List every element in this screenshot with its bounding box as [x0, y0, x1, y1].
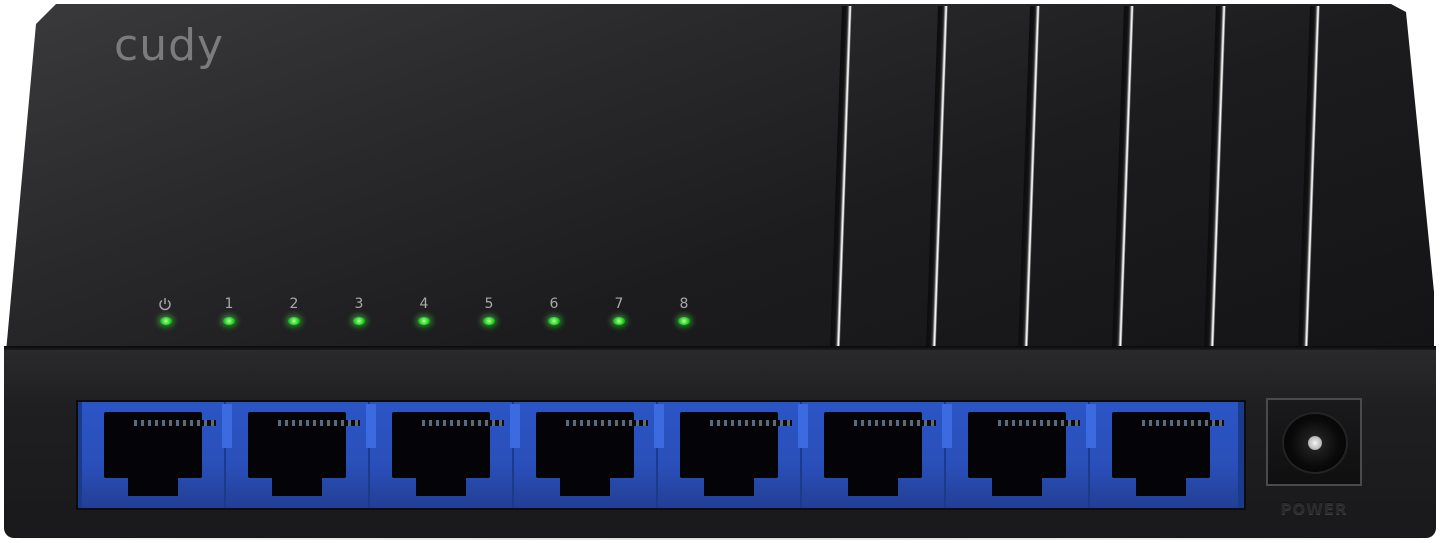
port-socket [824, 412, 936, 478]
ethernet-port[interactable] [654, 402, 800, 508]
ethernet-port-bank [76, 400, 1246, 510]
led-light [613, 317, 625, 325]
led-label: 2 [289, 296, 299, 312]
port-socket [248, 412, 360, 478]
power-jack[interactable] [1266, 398, 1362, 486]
port-led-3: 3 [344, 296, 374, 336]
led-light [353, 317, 365, 325]
led-label: 1 [224, 296, 234, 312]
led-label: 4 [419, 296, 429, 312]
ethernet-port[interactable] [510, 402, 656, 508]
port-latch-slot [416, 478, 466, 496]
port-socket [968, 412, 1080, 478]
port-latch-slot [1136, 478, 1186, 496]
port-led-6: 6 [539, 296, 569, 336]
port-socket [536, 412, 648, 478]
port-latch-slot [560, 478, 610, 496]
led-light [223, 317, 235, 325]
port-led-5: 5 [474, 296, 504, 336]
brand-logo: cudy [114, 20, 225, 71]
port-latch-slot [704, 478, 754, 496]
port-latch-slot [848, 478, 898, 496]
port-led-7: 7 [604, 296, 634, 336]
ethernet-port[interactable] [222, 402, 368, 508]
led-label: 6 [549, 296, 559, 312]
power-icon [159, 298, 171, 311]
led-label: 5 [484, 296, 494, 312]
ethernet-port[interactable] [798, 402, 944, 508]
ethernet-port[interactable] [942, 402, 1088, 508]
port-socket [104, 412, 216, 478]
led-label: 3 [354, 296, 364, 312]
port-latch-slot [272, 478, 322, 496]
port-socket [392, 412, 504, 478]
port-socket [680, 412, 792, 478]
port-led-2: 2 [279, 296, 309, 336]
power-led-light [160, 317, 172, 325]
power-led [151, 296, 181, 336]
led-light [483, 317, 495, 325]
port-led-1: 1 [214, 296, 244, 336]
led-light [418, 317, 430, 325]
port-led-4: 4 [409, 296, 439, 336]
port-led-8: 8 [669, 296, 699, 336]
port-latch-slot [128, 478, 178, 496]
port-socket [1112, 412, 1224, 478]
led-indicator-row: 1 2 3 4 5 6 7 8 [0, 296, 1440, 336]
ethernet-port[interactable] [366, 402, 512, 508]
port-latch-slot [992, 478, 1042, 496]
led-light [548, 317, 560, 325]
power-jack-pin [1308, 436, 1322, 450]
led-label: 7 [614, 296, 624, 312]
led-light [678, 317, 690, 325]
network-switch: cudy 1 2 3 4 5 6 7 8 POWER [0, 0, 1440, 543]
ethernet-port[interactable] [82, 402, 224, 508]
power-jack-label: POWER [1280, 500, 1348, 518]
ethernet-port[interactable] [1086, 402, 1238, 508]
led-light [288, 317, 300, 325]
led-label: 8 [679, 296, 689, 312]
